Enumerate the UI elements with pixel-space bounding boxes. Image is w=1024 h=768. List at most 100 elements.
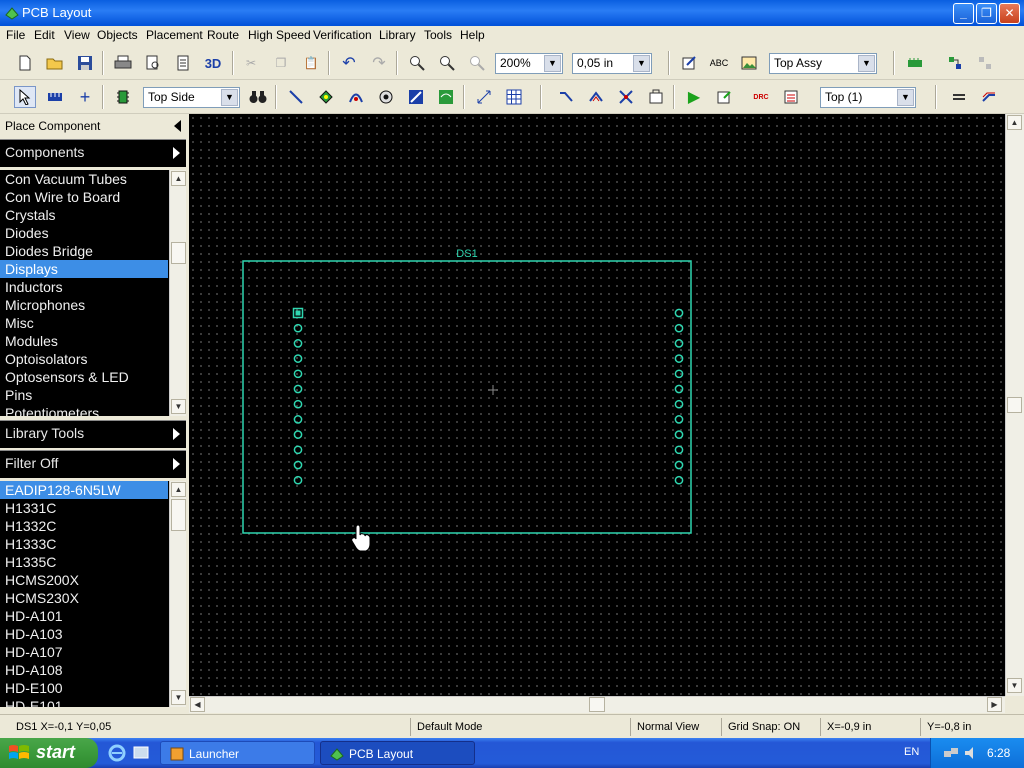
chevron-down-icon[interactable]: ▼	[221, 89, 238, 106]
pad[interactable]	[294, 385, 301, 392]
pcb-canvas[interactable]: DS1	[189, 114, 1005, 696]
pad[interactable]	[675, 340, 682, 347]
part-item[interactable]: HD-A103	[0, 625, 168, 643]
menu-edit[interactable]: Edit	[34, 28, 55, 42]
pad[interactable]	[675, 416, 682, 423]
part-item[interactable]: H1335C	[0, 553, 168, 571]
copper-pour-icon[interactable]	[435, 86, 457, 108]
part-item[interactable]: HD-E100	[0, 679, 168, 697]
part-item[interactable]: HD-A107	[0, 643, 168, 661]
category-list[interactable]: Con Vacuum TubesCon Wire to BoardCrystal…	[0, 170, 186, 416]
pad[interactable]	[675, 431, 682, 438]
menu-placement[interactable]: Placement	[146, 28, 203, 42]
chevron-down-icon[interactable]: ▼	[897, 89, 914, 106]
drc-button[interactable]: DRC	[750, 86, 772, 108]
pad[interactable]	[294, 370, 301, 377]
new-file-icon[interactable]	[14, 52, 36, 74]
collapse-arrow-icon[interactable]	[174, 120, 181, 132]
menu-library[interactable]: Library	[379, 28, 416, 42]
menu-high-speed[interactable]: High Speed	[248, 28, 311, 42]
scroll-down-icon[interactable]: ▼	[171, 399, 186, 414]
board-side-select[interactable]: Top Side ▼	[143, 87, 240, 108]
properties-icon[interactable]	[678, 52, 700, 74]
pad[interactable]	[294, 446, 301, 453]
package-icon[interactable]	[645, 86, 667, 108]
category-scrollbar[interactable]: ▲ ▼	[169, 170, 186, 416]
scroll-right-icon[interactable]: ▶	[987, 697, 1002, 712]
language-indicator[interactable]: EN	[904, 746, 919, 758]
place-component-header[interactable]: Place Component	[0, 114, 186, 138]
swap-layer-icon[interactable]	[948, 86, 970, 108]
category-item[interactable]: Con Vacuum Tubes	[0, 170, 168, 188]
paste-icon[interactable]: 📋	[300, 52, 322, 74]
pad[interactable]	[675, 401, 682, 408]
chevron-down-icon[interactable]: ▼	[544, 55, 561, 72]
menu-view[interactable]: View	[64, 28, 90, 42]
menu-file[interactable]: File	[6, 28, 25, 42]
via-icon[interactable]	[375, 86, 397, 108]
scroll-thumb[interactable]	[171, 499, 186, 531]
menu-verification[interactable]: Verification	[313, 28, 372, 42]
pad[interactable]	[294, 340, 301, 347]
taskbar-pcb-layout[interactable]: PCB Layout	[320, 741, 475, 765]
zoom-in-icon[interactable]	[406, 52, 428, 74]
component-outline[interactable]	[243, 261, 691, 533]
filter-header[interactable]: Filter Off	[0, 450, 186, 478]
scroll-down-icon[interactable]: ▼	[171, 690, 186, 705]
image-icon[interactable]	[738, 52, 760, 74]
routing-layer-select[interactable]: Top (1) ▼	[820, 87, 916, 108]
pad[interactable]	[294, 416, 301, 423]
network-icon[interactable]	[943, 745, 959, 761]
ruler-icon[interactable]	[44, 86, 66, 108]
zoom-out-icon[interactable]	[436, 52, 458, 74]
category-item[interactable]: Pins	[0, 386, 168, 404]
part-item[interactable]: H1331C	[0, 499, 168, 517]
zoom-select[interactable]: 200% ▼	[495, 53, 563, 74]
volume-icon[interactable]	[963, 745, 979, 761]
pad-icon[interactable]	[315, 86, 337, 108]
category-item[interactable]: Potentiometers	[0, 404, 168, 416]
net-icon[interactable]	[944, 52, 966, 74]
category-item[interactable]: Crystals	[0, 206, 168, 224]
pad[interactable]	[294, 355, 301, 362]
scroll-up-icon[interactable]: ▲	[171, 482, 186, 497]
line-tool-icon[interactable]	[285, 86, 307, 108]
pad[interactable]	[675, 446, 682, 453]
binoculars-icon[interactable]	[247, 86, 269, 108]
category-item[interactable]: Modules	[0, 332, 168, 350]
menu-objects[interactable]: Objects	[97, 28, 138, 42]
crosshair-icon[interactable]: +	[74, 86, 96, 108]
open-folder-icon[interactable]	[44, 52, 66, 74]
chip-icon[interactable]	[112, 86, 134, 108]
net-disabled-icon[interactable]	[974, 52, 996, 74]
view-3d-button[interactable]: 3D	[202, 52, 224, 74]
menu-tools[interactable]: Tools	[424, 28, 452, 42]
scroll-up-icon[interactable]: ▲	[1007, 115, 1022, 130]
scroll-thumb[interactable]	[1007, 397, 1022, 413]
pad[interactable]	[294, 401, 301, 408]
route-settings-icon[interactable]	[978, 86, 1000, 108]
category-item[interactable]: Inductors	[0, 278, 168, 296]
redo-icon[interactable]: ↷	[368, 52, 390, 74]
part-item[interactable]: HD-A108	[0, 661, 168, 679]
save-icon[interactable]	[74, 52, 96, 74]
category-item[interactable]: Optosensors & LED	[0, 368, 168, 386]
route-multi-icon[interactable]	[585, 86, 607, 108]
copy-icon[interactable]: ❐	[270, 52, 292, 74]
select-pointer-icon[interactable]	[14, 86, 36, 108]
chevron-down-icon[interactable]: ▼	[858, 55, 875, 72]
menu-help[interactable]: Help	[460, 28, 485, 42]
category-item[interactable]: Misc	[0, 314, 168, 332]
pad[interactable]	[675, 461, 682, 468]
canvas-vertical-scrollbar[interactable]: ▲ ▼	[1005, 114, 1024, 696]
part-item[interactable]: H1332C	[0, 517, 168, 535]
pad[interactable]	[294, 477, 301, 484]
pad[interactable]	[294, 461, 301, 468]
scroll-down-icon[interactable]: ▼	[1007, 678, 1022, 693]
maximize-button[interactable]: ❐	[976, 3, 997, 24]
part-item[interactable]: HCMS200X	[0, 571, 168, 589]
parts-list[interactable]: EADIP128-6N5LWH1331CH1332CH1333CH1335CHC…	[0, 481, 186, 707]
expand-arrow-icon[interactable]	[173, 428, 180, 440]
cut-icon[interactable]: ✂	[240, 52, 262, 74]
library-tools-header[interactable]: Library Tools	[0, 420, 186, 448]
